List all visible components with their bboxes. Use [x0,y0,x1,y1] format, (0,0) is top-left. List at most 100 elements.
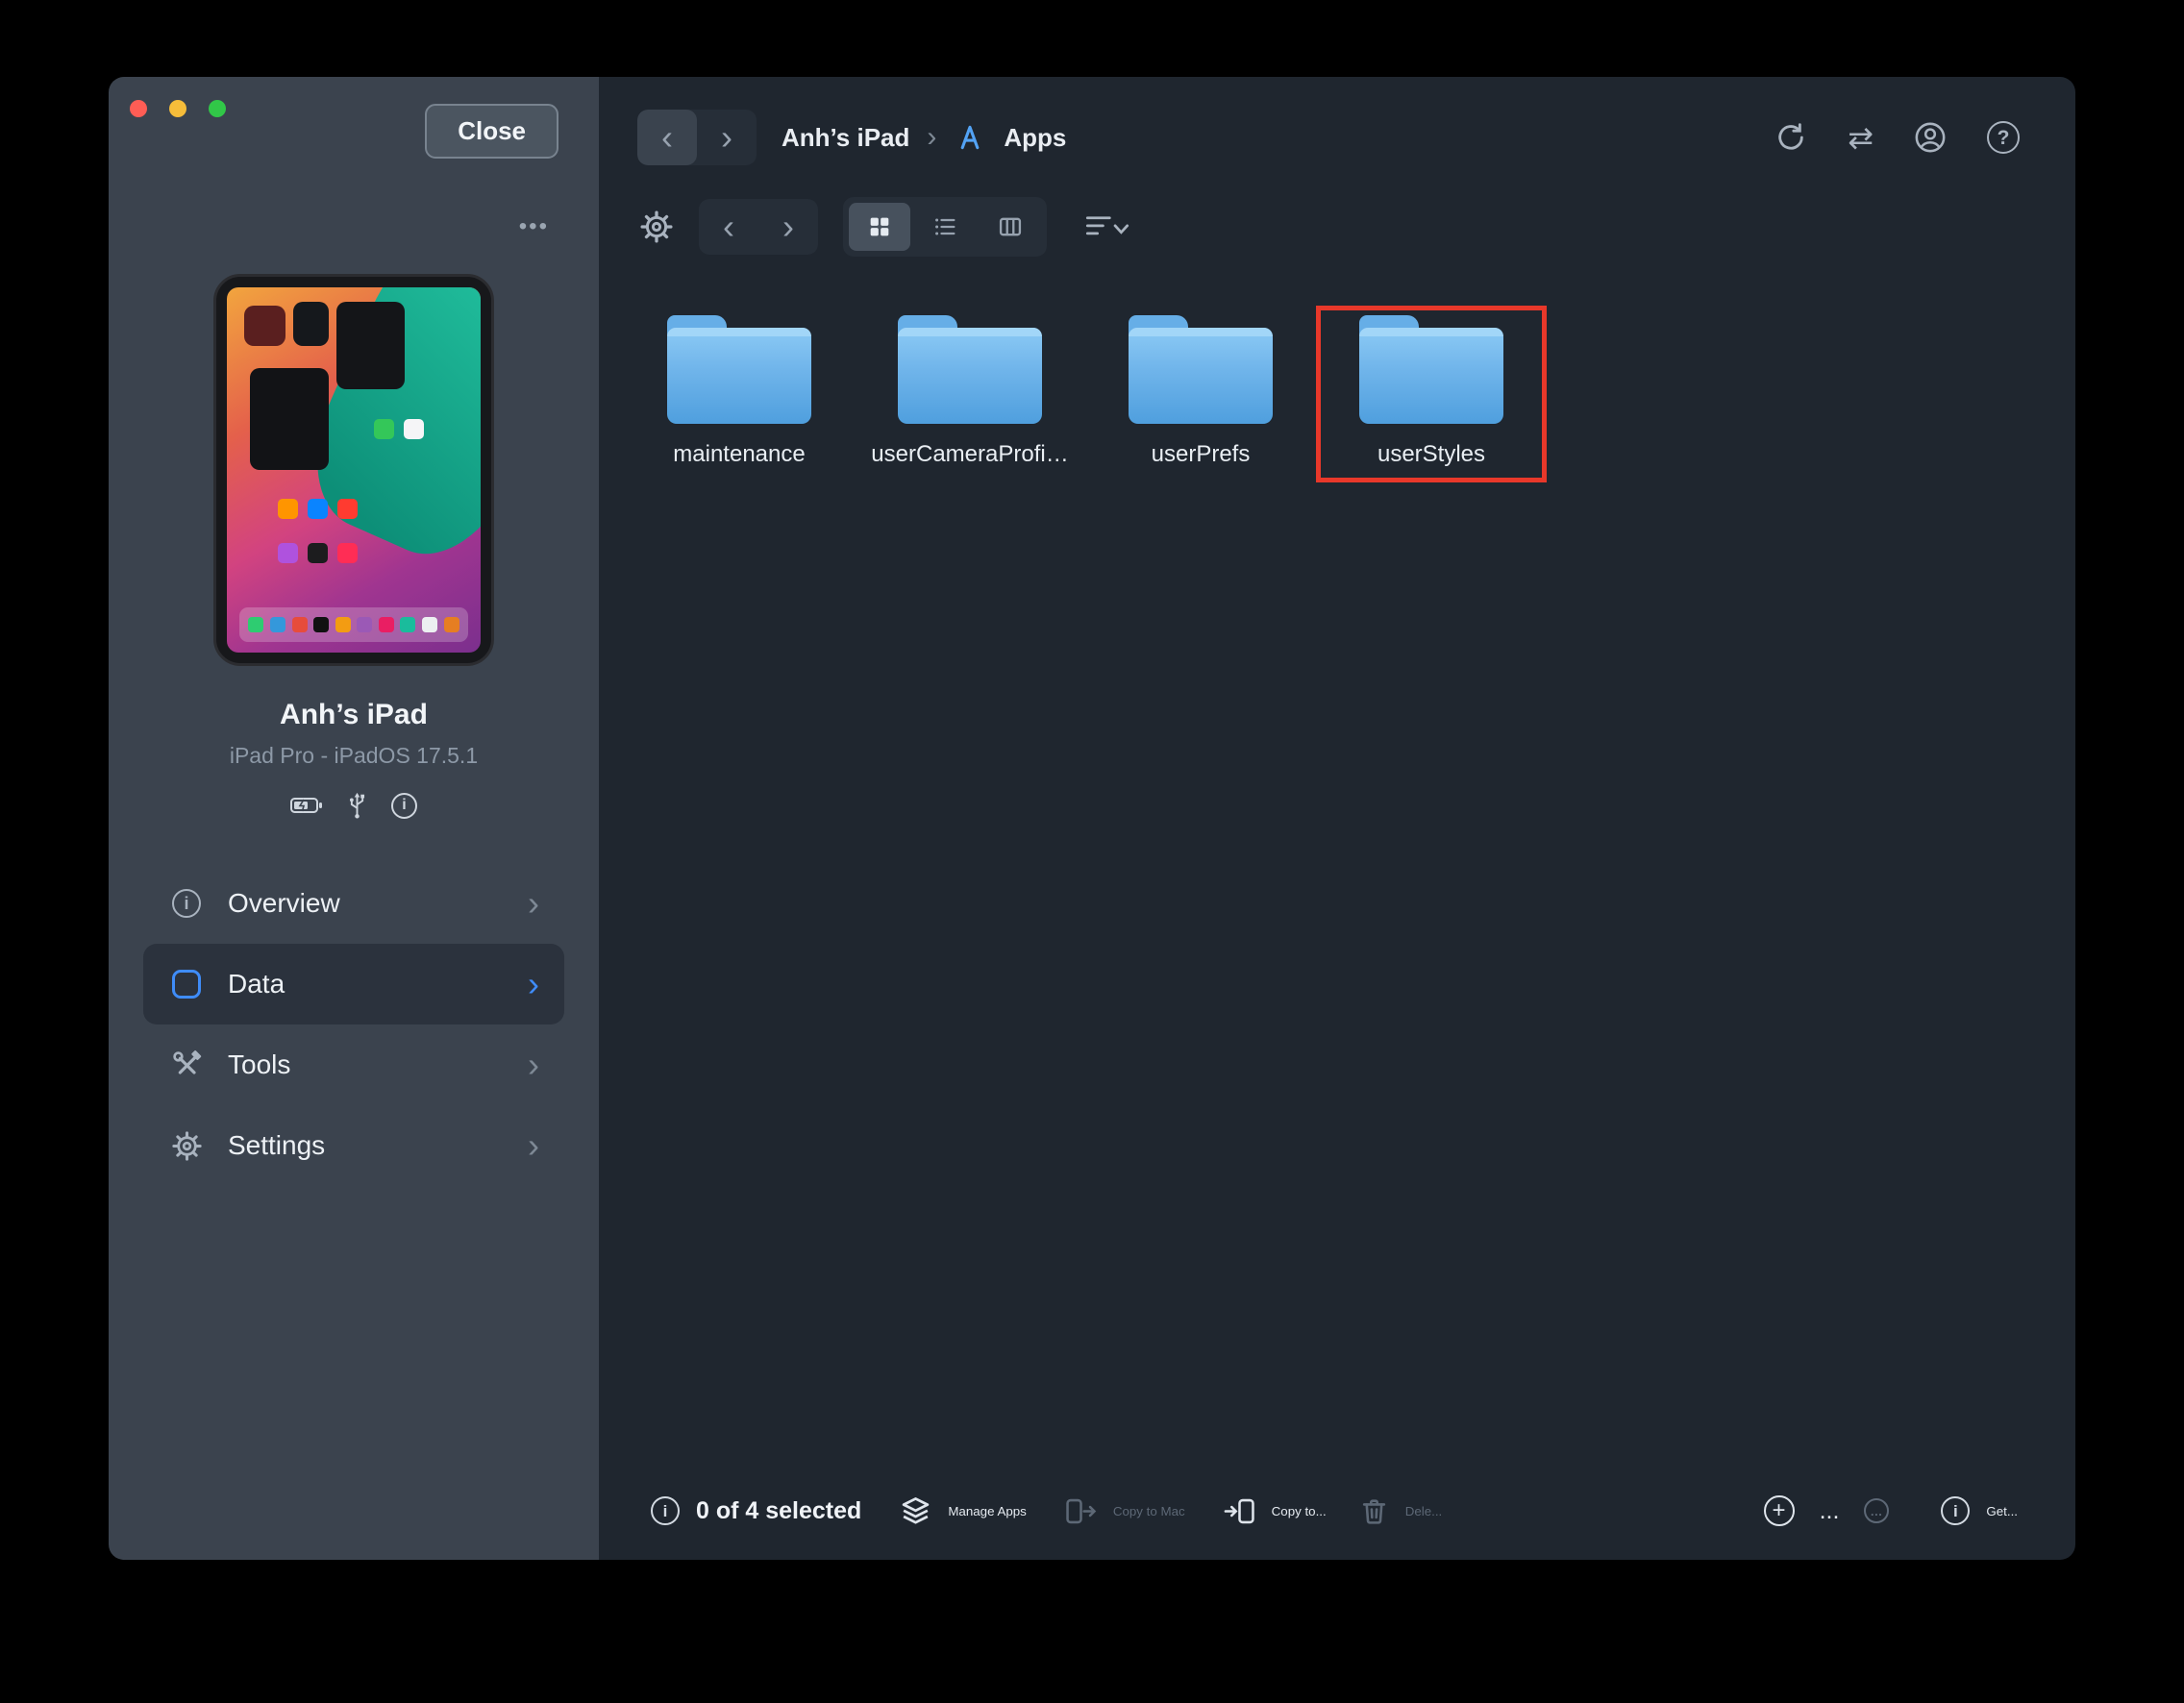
app-icon-dot [374,419,394,439]
sidebar-item-label: Tools [228,1049,505,1080]
app-icon-dot [404,419,424,439]
app-store-icon [954,121,986,154]
chevron-right-icon: › [528,971,539,999]
sidebar: Close ••• [109,77,599,1560]
folder-userPrefs[interactable]: userPrefs [1085,306,1316,482]
main-header: ‹ › Anh’s iPad › Apps ⇄ [599,77,2075,169]
info-icon: i [1941,1496,1970,1525]
close-window-button[interactable] [130,100,147,117]
app-icon-dot [313,617,329,632]
get-info-button[interactable]: i Get... [1941,1496,2018,1525]
folder-forward-button[interactable]: › [758,199,818,255]
folder-icon [1359,328,1503,424]
app-icon-dot [278,499,298,519]
home-widget [293,302,329,346]
breadcrumb-separator-icon: › [927,121,936,154]
device-wallpaper [227,287,481,653]
header-actions: ⇄ ? [1774,121,2020,154]
add-icon[interactable]: + [1764,1495,1795,1526]
list-view-icon[interactable] [914,203,976,251]
home-widget [250,368,329,470]
chevron-right-icon: › [528,1132,539,1160]
refresh-icon[interactable] [1774,121,1807,154]
tools-icon [168,1049,205,1080]
home-widget [336,302,405,389]
import-device-icon [1224,1496,1255,1526]
selection-status: i 0 of 4 selected [651,1496,861,1525]
main-panel: ‹ › Anh’s iPad › Apps ⇄ [599,77,2075,1560]
device-model: iPad Pro - iPadOS 17.5.1 [109,743,599,769]
back-button[interactable]: ‹ [637,110,697,165]
sidebar-item-tools[interactable]: Tools › [143,1024,564,1105]
column-view-icon[interactable] [980,203,1041,251]
app-icon-dot [422,617,437,632]
app-icon-dot [270,617,285,632]
status-bar: i 0 of 4 selected Manage Apps Copy to Ma… [599,1469,2075,1560]
folder-back-button[interactable]: ‹ [699,199,758,255]
sync-arrows-icon[interactable]: ⇄ [1848,122,1874,153]
app-icon-dot [292,617,308,632]
manage-apps-button[interactable]: Manage Apps [900,1495,1027,1527]
app-icon-row [278,499,358,519]
account-icon[interactable] [1914,121,1947,154]
more-actions-label[interactable]: ... [1820,1497,1840,1525]
device-preview [213,274,494,666]
sort-menu-icon[interactable] [1085,212,1129,241]
zoom-window-button[interactable] [209,100,226,117]
sidebar-item-overview[interactable]: i Overview › [143,863,564,944]
minimize-window-button[interactable] [169,100,186,117]
usb-connection-icon [348,790,366,821]
view-options-gear-icon[interactable] [639,210,674,244]
breadcrumb-section[interactable]: Apps [1004,123,1066,153]
folder-grid: maintenance userCameraProfi… userPrefs u… [624,306,2075,482]
app-icon-dot [337,499,358,519]
selection-count: 0 of 4 selected [696,1497,861,1525]
folder-maintenance[interactable]: maintenance [624,306,855,482]
selection-info-icon[interactable]: i [651,1496,680,1525]
file-browser-content: maintenance userCameraProfi… userPrefs u… [599,259,2075,1469]
window-controls [130,100,226,117]
copy-to-device-button[interactable]: Copy to... [1224,1496,1327,1526]
battery-icon [290,797,323,814]
breadcrumb-device[interactable]: Anh’s iPad [782,123,909,153]
app-icon-dot [308,499,328,519]
folder-icon [1129,328,1273,424]
overview-info-icon: i [168,889,205,918]
sidebar-item-data[interactable]: Data › [143,944,564,1024]
sidebar-item-label: Data [228,969,505,1000]
device-name: Anh’s iPad [109,699,599,731]
app-icon-dot [335,617,351,632]
device-dock [239,607,468,642]
device-options-ellipsis-icon[interactable]: ••• [519,213,549,240]
folder-userCameraProfiles[interactable]: userCameraProfi… [855,306,1085,482]
folder-label: userStyles [1377,441,1485,468]
device-manager-window: Close ••• [109,77,2075,1560]
chevron-right-icon: › [528,1051,539,1079]
sidebar-item-label: Settings [228,1130,505,1161]
sidebar-nav: i Overview › Data › Tools › [143,863,564,1186]
statusbar-right-group: + ... … i Get... [1764,1495,2018,1526]
copy-to-mac-button[interactable]: Copy to Mac [1065,1496,1185,1526]
folder-history-nav: ‹ › [699,199,818,255]
comment-icon[interactable]: … [1864,1498,1889,1523]
browser-toolbar: ‹ › [599,169,2075,259]
delete-button[interactable]: Dele... [1359,1496,1443,1526]
gear-icon [168,1130,205,1162]
sidebar-item-settings[interactable]: Settings › [143,1105,564,1186]
app-icon-dot [248,617,263,632]
folder-userStyles-annotated[interactable]: userStyles [1316,306,1547,482]
forward-button[interactable]: › [697,110,757,165]
folder-label: maintenance [673,441,805,468]
device-info-icon[interactable]: i [391,793,417,819]
app-icon-row [374,419,424,439]
view-mode-switcher [843,197,1047,257]
layers-icon [900,1495,931,1527]
help-icon[interactable]: ? [1987,121,2020,154]
chevron-right-icon: › [528,890,539,918]
app-icon-dot [308,543,328,563]
data-square-icon [168,970,205,999]
grid-view-icon[interactable] [849,203,910,251]
app-icon-dot [400,617,415,632]
history-nav: ‹ › [637,110,757,165]
close-device-button[interactable]: Close [425,104,558,159]
